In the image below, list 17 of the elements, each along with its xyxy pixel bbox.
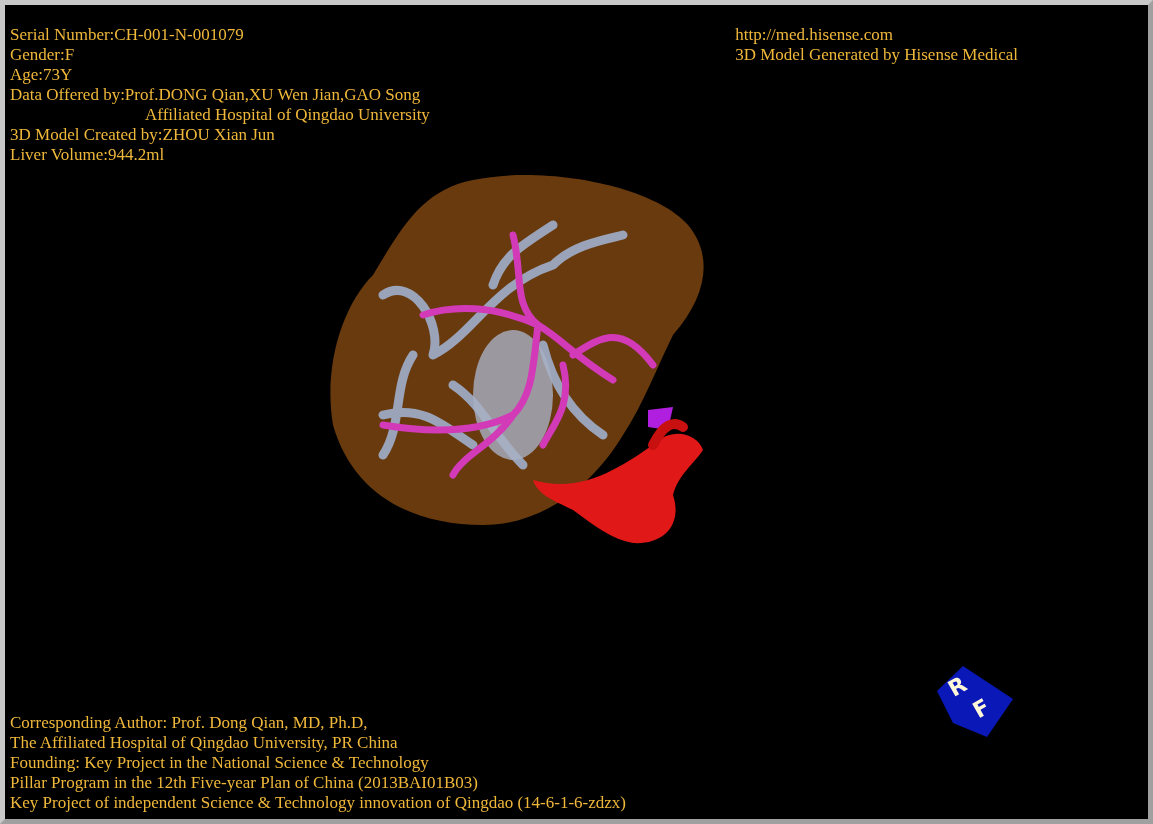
info-text: Key Project of independent Science & Technology innovation of Qingdao (14-6-1-6-zdzx) bbox=[10, 793, 626, 813]
info-text: Affiliated Hospital of Qingdao University bbox=[145, 105, 430, 125]
cube-label: F bbox=[968, 693, 994, 724]
info-text: 3D Model Created by:ZHOU Xian Jun bbox=[10, 125, 275, 145]
info-text: Pillar Program in the 12th Five-year Plan of China (2013BAI01B03) bbox=[10, 773, 478, 793]
info-text: Data Offered by:Prof.DONG Qian,XU Wen Jian,GAO Song bbox=[10, 85, 421, 105]
info-text: Gender:F bbox=[10, 45, 75, 65]
info-text: http://med.hisense.com bbox=[735, 25, 893, 45]
info-text: The Affiliated Hospital of Qingdao University, PR China bbox=[10, 733, 398, 753]
cube-label: R bbox=[943, 671, 971, 702]
info-text: Serial Number:CH-001-N-001079 bbox=[10, 25, 244, 45]
info-text: Liver Volume:944.2ml bbox=[10, 145, 165, 165]
info-text: Corresponding Author: Prof. Dong Qian, MD, Ph.D, bbox=[10, 713, 368, 733]
orientation-cube[interactable] bbox=[937, 666, 1013, 737]
info-text: 3D Model Generated by Hisense Medical bbox=[735, 45, 1018, 65]
info-text: Age:73Y bbox=[10, 65, 73, 85]
info-text: Founding: Key Project in the National Science & Technology bbox=[10, 753, 429, 773]
